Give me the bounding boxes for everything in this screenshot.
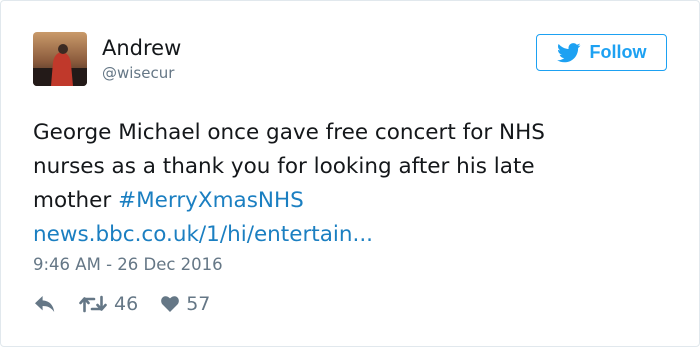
tweet-actions: 46 57 <box>35 290 210 318</box>
timestamp[interactable]: 9:46 AM - 26 Dec 2016 <box>33 254 223 276</box>
article-link[interactable]: news.bbc.co.uk/1/hi/entertain... <box>33 218 673 252</box>
tweet-line-1: George Michael once gave free concert fo… <box>33 120 545 145</box>
reply-icon <box>35 295 55 312</box>
follow-button[interactable]: Follow <box>536 34 667 71</box>
tweet-line-2: nurses as a thank you for looking after … <box>33 154 535 179</box>
follow-label: Follow <box>589 42 647 62</box>
like-button[interactable]: 57 <box>161 293 210 315</box>
retweet-button[interactable]: 46 <box>79 293 138 315</box>
hashtag-link[interactable]: #MerryXmasNHS <box>118 188 304 213</box>
heart-icon <box>161 296 180 312</box>
retweet-count: 46 <box>114 293 139 315</box>
tweet-card: Andrew @wisecur Follow George Michael on… <box>0 0 700 347</box>
display-name[interactable]: Andrew <box>102 35 181 61</box>
like-count: 57 <box>186 293 211 315</box>
avatar[interactable] <box>33 32 87 86</box>
tweet-text: George Michael once gave free concert fo… <box>33 116 673 252</box>
username[interactable]: @wisecur <box>102 63 174 83</box>
reply-button[interactable] <box>35 295 55 313</box>
retweet-icon <box>79 295 107 313</box>
tweet-line-3: mother #MerryXmasNHS <box>33 184 673 218</box>
tweet-line-3-text: mother <box>33 188 119 213</box>
twitter-bird-icon <box>556 42 581 62</box>
avatar-image <box>33 32 87 86</box>
